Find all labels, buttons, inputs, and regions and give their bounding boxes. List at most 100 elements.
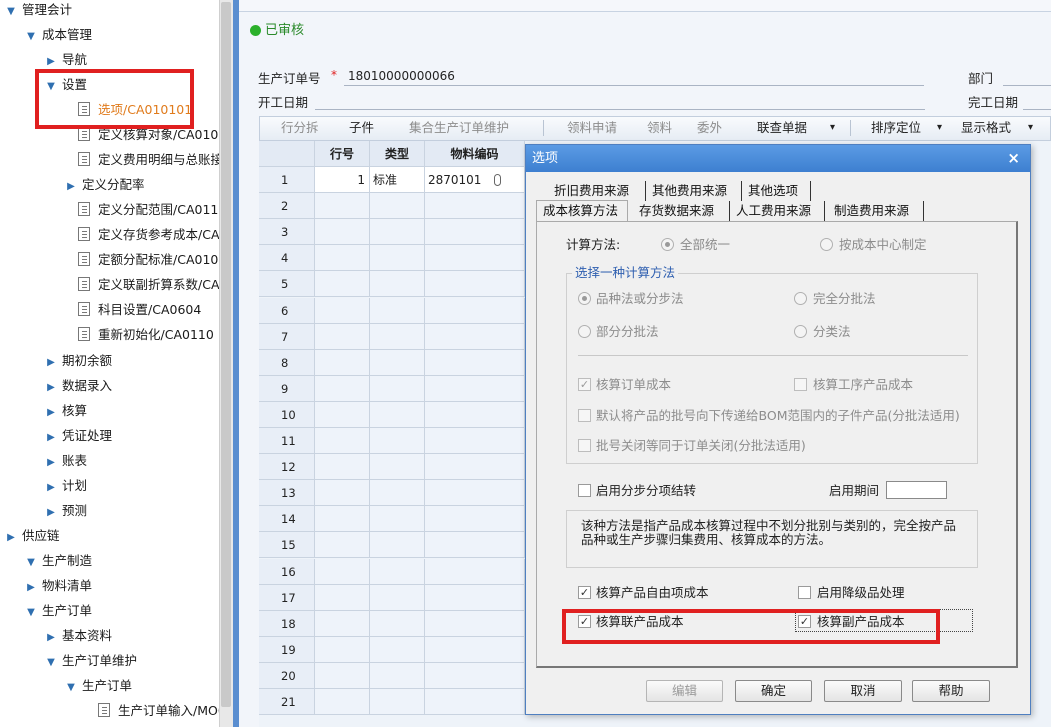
tree-item[interactable]: ▶ 期初余额 bbox=[44, 351, 112, 371]
collapse-arrow-icon[interactable]: ▶ bbox=[44, 628, 58, 648]
grid-cell[interactable] bbox=[370, 584, 425, 611]
expand-arrow-icon[interactable]: ▼ bbox=[24, 27, 38, 47]
sort-locate-button[interactable]: 排序定位 bbox=[871, 119, 921, 137]
checkbox-batch-close[interactable] bbox=[578, 439, 591, 452]
tab-cost-method[interactable]: 成本核算方法 bbox=[543, 201, 618, 221]
grid-cell[interactable] bbox=[425, 532, 525, 559]
tree-item[interactable]: ▶ 供应链 bbox=[4, 526, 59, 546]
tab-labor-source[interactable]: 人工费用来源 bbox=[736, 201, 811, 221]
tree-item[interactable]: ▼ 生产制造 bbox=[24, 551, 92, 571]
sort-dropdown-icon[interactable]: ▾ bbox=[937, 119, 942, 137]
grid-cell[interactable] bbox=[370, 193, 425, 220]
tab-inventory-source[interactable]: 存货数据来源 bbox=[639, 201, 714, 221]
grid-cell[interactable] bbox=[370, 532, 425, 559]
grid-cell[interactable] bbox=[315, 323, 370, 350]
paperclip-icon[interactable] bbox=[494, 174, 501, 186]
column-header-type[interactable]: 类型 bbox=[370, 141, 425, 167]
tree-item[interactable]: ▶ 账表 bbox=[44, 451, 87, 471]
grid-cell[interactable] bbox=[425, 584, 525, 611]
collapse-arrow-icon[interactable]: ▶ bbox=[64, 177, 78, 197]
row-number[interactable]: 16 bbox=[259, 558, 315, 585]
grid-cell[interactable] bbox=[315, 636, 370, 663]
cell-line[interactable]: 1 bbox=[315, 167, 370, 193]
grid-cell[interactable] bbox=[315, 610, 370, 637]
radio-variety-step[interactable] bbox=[578, 292, 591, 305]
grid-cell[interactable] bbox=[425, 689, 525, 715]
grid-cell[interactable] bbox=[370, 636, 425, 663]
grid-cell[interactable] bbox=[425, 219, 525, 246]
row-number[interactable]: 19 bbox=[259, 636, 315, 663]
row-number[interactable]: 2 bbox=[259, 193, 315, 220]
tree-item[interactable]: ▶ 计划 bbox=[44, 476, 87, 496]
tree-item[interactable]: 定义费用明细与总账接 bbox=[64, 150, 219, 170]
row-number[interactable]: 15 bbox=[259, 532, 315, 559]
tab-manufacturing-source[interactable]: 制造费用来源 bbox=[834, 201, 909, 221]
grid-cell[interactable] bbox=[370, 689, 425, 715]
grid-cell[interactable] bbox=[425, 636, 525, 663]
expand-arrow-icon[interactable]: ▼ bbox=[44, 653, 58, 673]
ok-button[interactable]: 确定 bbox=[735, 680, 812, 702]
grid-cell[interactable] bbox=[315, 375, 370, 402]
tree-item[interactable]: ▼ 管理会计 bbox=[4, 0, 72, 20]
material-pick-button[interactable]: 领料 bbox=[647, 119, 672, 137]
cancel-button[interactable]: 取消 bbox=[824, 680, 902, 702]
expand-arrow-icon[interactable]: ▼ bbox=[4, 2, 18, 22]
grid-cell[interactable] bbox=[425, 558, 525, 585]
radio-classification[interactable] bbox=[794, 325, 807, 338]
display-format-dropdown-icon[interactable]: ▾ bbox=[1028, 119, 1033, 137]
grid-cell[interactable] bbox=[370, 271, 425, 298]
checkbox-process-cost[interactable] bbox=[794, 378, 807, 391]
checkbox-order-cost[interactable]: ✓ bbox=[578, 378, 591, 391]
tree-item[interactable]: ▶ 定义分配率 bbox=[64, 175, 144, 197]
row-number[interactable]: 11 bbox=[259, 428, 315, 454]
grid-cell[interactable] bbox=[425, 454, 525, 481]
cell-type[interactable]: 标准 bbox=[370, 167, 425, 193]
tree-item[interactable]: 科目设置/CA0604 bbox=[64, 300, 201, 320]
row-number[interactable]: 12 bbox=[259, 454, 315, 481]
grid-cell[interactable] bbox=[315, 506, 370, 533]
checkbox-free-item-cost[interactable]: ✓ bbox=[578, 586, 591, 599]
expand-arrow-icon[interactable]: ▼ bbox=[64, 678, 78, 698]
grid-cell[interactable] bbox=[315, 532, 370, 559]
row-number[interactable]: 10 bbox=[259, 401, 315, 428]
row-number[interactable]: 5 bbox=[259, 271, 315, 298]
grid-cell[interactable] bbox=[425, 297, 525, 324]
row-number[interactable]: 9 bbox=[259, 375, 315, 402]
linked-doc-button[interactable]: 联查单据 bbox=[757, 119, 807, 137]
row-number[interactable]: 1 bbox=[259, 167, 315, 193]
grid-cell[interactable] bbox=[315, 584, 370, 611]
row-number[interactable]: 14 bbox=[259, 506, 315, 533]
grid-cell[interactable] bbox=[425, 506, 525, 533]
grid-cell[interactable] bbox=[425, 323, 525, 350]
grid-cell[interactable] bbox=[425, 271, 525, 298]
collapse-arrow-icon[interactable]: ▶ bbox=[44, 353, 58, 373]
row-number[interactable]: 7 bbox=[259, 323, 315, 350]
grid-cell[interactable] bbox=[425, 375, 525, 402]
grid-cell[interactable] bbox=[425, 245, 525, 272]
tree-item[interactable]: ▼ 生产订单 bbox=[24, 601, 92, 621]
tree-item[interactable]: 重新初始化/CA0110 bbox=[64, 325, 214, 345]
grid-cell[interactable] bbox=[315, 558, 370, 585]
tree-item[interactable]: 生产订单输入/MO02 bbox=[84, 701, 219, 721]
tree-item[interactable]: ▶ 导航 bbox=[44, 50, 87, 70]
grid-cell[interactable] bbox=[315, 271, 370, 298]
row-number[interactable]: 20 bbox=[259, 662, 315, 689]
grid-cell[interactable] bbox=[370, 375, 425, 402]
radio-full-batch[interactable] bbox=[794, 292, 807, 305]
row-number[interactable]: 8 bbox=[259, 349, 315, 376]
checkbox-downgrade[interactable] bbox=[798, 586, 811, 599]
tree-item[interactable]: ▶ 物料清单 bbox=[24, 576, 92, 596]
tree-item[interactable]: ▼ 成本管理 bbox=[24, 25, 92, 45]
cell-code[interactable]: 2870101 bbox=[425, 167, 525, 193]
grid-cell[interactable] bbox=[370, 245, 425, 272]
tree-item[interactable]: ▶ 核算 bbox=[44, 401, 87, 421]
material-request-button[interactable]: 领料申请 bbox=[567, 119, 617, 137]
tree-item[interactable]: 定额分配标准/CA0105 bbox=[64, 250, 219, 270]
child-button[interactable]: 子件 bbox=[349, 119, 374, 137]
collapse-arrow-icon[interactable]: ▶ bbox=[44, 403, 58, 423]
collapse-arrow-icon[interactable]: ▶ bbox=[44, 503, 58, 523]
grid-cell[interactable] bbox=[315, 454, 370, 481]
row-number[interactable]: 4 bbox=[259, 245, 315, 272]
tree-item[interactable]: 定义分配范围/CA0111 bbox=[64, 200, 219, 220]
expand-arrow-icon[interactable]: ▼ bbox=[24, 603, 38, 623]
